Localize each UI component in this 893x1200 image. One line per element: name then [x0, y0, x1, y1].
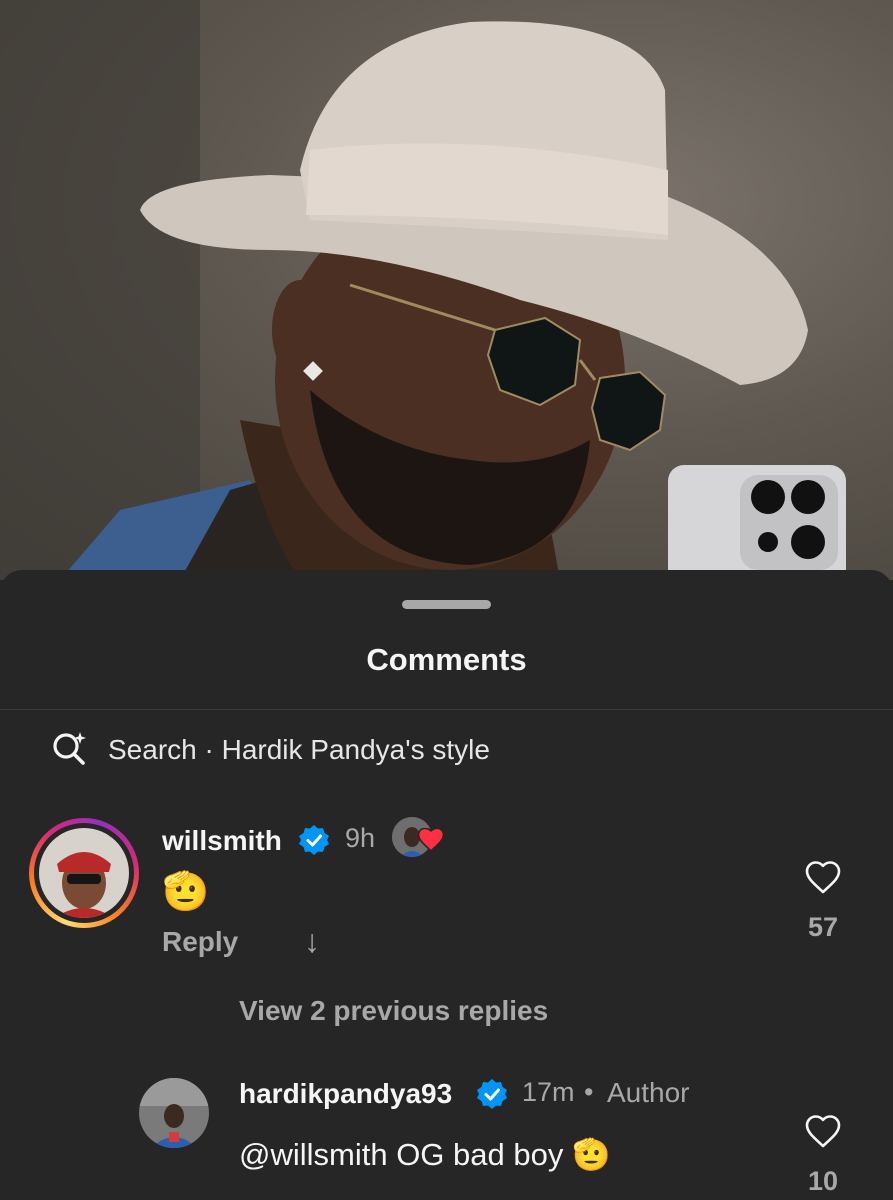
verified-badge-icon [299, 825, 329, 855]
drag-handle[interactable] [402, 600, 491, 609]
heart-filled-icon [418, 828, 444, 852]
post-photo [0, 0, 893, 580]
view-previous-replies[interactable]: View 2 previous replies [239, 995, 548, 1027]
separator-dot: • [584, 1077, 594, 1107]
divider [0, 709, 893, 710]
reply-avatar[interactable] [139, 1078, 209, 1148]
comments-sheet: Comments Search · Hardik Pandya's style … [0, 570, 893, 1200]
reply-text: @willsmith OG bad boy 🫡 [239, 1137, 611, 1172]
ai-search-icon [50, 728, 90, 773]
comment-time: 9h [345, 823, 376, 853]
comment-username[interactable]: willsmith [162, 825, 282, 857]
comment-text: 🫡 [162, 871, 210, 913]
comment-search[interactable]: Search · Hardik Pandya's style [50, 728, 490, 772]
heart-icon[interactable] [803, 1112, 843, 1152]
verified-badge-icon [477, 1079, 507, 1109]
like-count: 10 [807, 1166, 839, 1196]
arrow-down-icon[interactable]: ↓ [304, 923, 320, 960]
heart-icon[interactable] [803, 858, 843, 898]
reply-time: 17m [522, 1077, 575, 1107]
like-count: 57 [807, 912, 839, 942]
search-text: Search · Hardik Pandya's style [108, 734, 490, 765]
reply-username[interactable]: hardikpandya93 [239, 1078, 452, 1110]
avatar[interactable] [39, 828, 129, 918]
sheet-title: Comments [366, 642, 527, 677]
author-tag: Author [607, 1077, 690, 1108]
reply-button[interactable]: Reply [162, 926, 238, 958]
